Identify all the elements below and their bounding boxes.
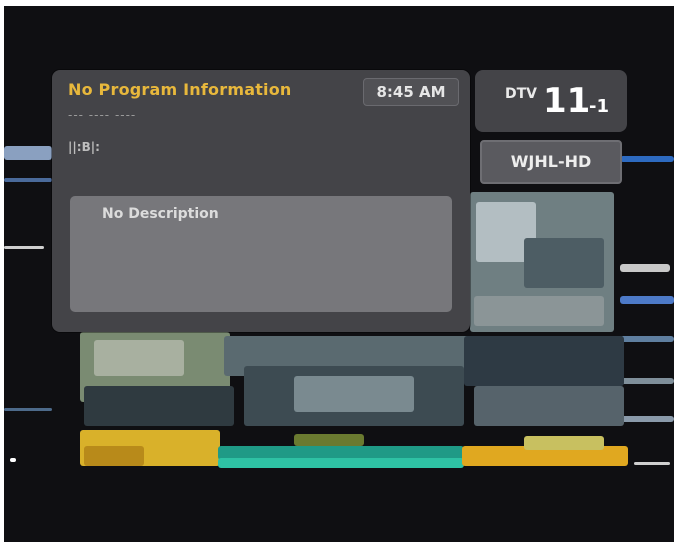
network-label: DTV xyxy=(505,86,538,102)
clock-time: 8:45 AM xyxy=(363,78,459,106)
rating-indicator: ||:B|: xyxy=(68,140,100,154)
program-title: No Program Information xyxy=(68,80,292,99)
program-subtitle-placeholder: --- ---- ---- xyxy=(68,108,137,122)
channel-major-number: 11 xyxy=(543,81,591,121)
channel-minor-number: -1 xyxy=(589,96,609,117)
program-info-panel: No Program Information 8:45 AM --- ---- … xyxy=(52,70,470,332)
tv-screen: No Program Information 8:45 AM --- ---- … xyxy=(4,6,674,542)
channel-number-panel: DTV 11 -1 xyxy=(475,70,627,132)
description-box: No Description xyxy=(70,196,452,312)
description-text: No Description xyxy=(102,206,219,222)
station-callsign: WJHL-HD xyxy=(480,140,622,184)
